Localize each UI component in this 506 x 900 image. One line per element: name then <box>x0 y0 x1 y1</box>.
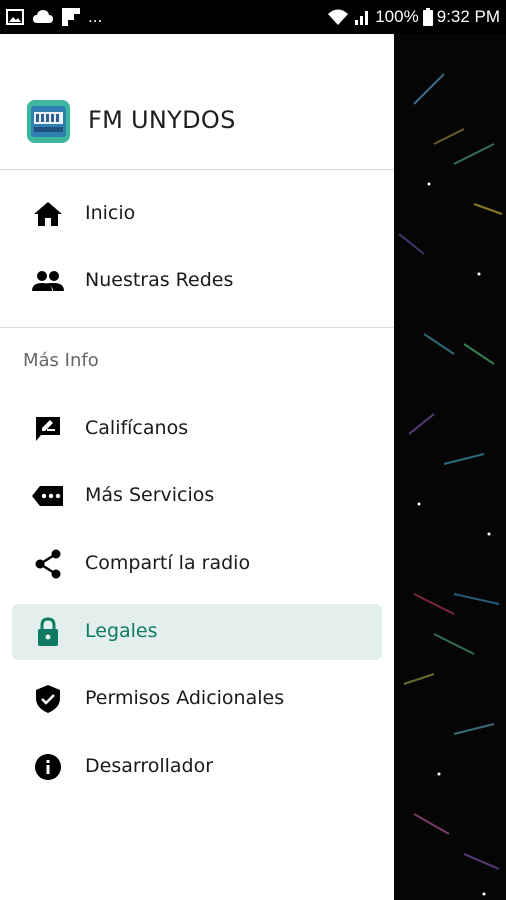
drawer-header: FM UNYDOS <box>0 34 394 170</box>
nav-item-label: Legales <box>85 620 158 642</box>
nav-item-legales[interactable]: Legales <box>12 604 382 660</box>
app-logo <box>27 100 70 143</box>
nav-item-label: Inicio <box>85 202 136 224</box>
nav-item-inicio[interactable]: Inicio <box>12 186 382 242</box>
people-icon <box>32 267 64 295</box>
app-title: FM UNYDOS <box>88 106 236 134</box>
clock: 9:32 PM <box>436 7 500 26</box>
rate-review-icon <box>32 415 64 443</box>
section-divider <box>0 327 394 328</box>
flipboard-icon <box>62 8 80 26</box>
battery-icon <box>422 8 433 26</box>
nav-item-label: Desarrollador <box>85 755 214 777</box>
screen-backdrop[interactable] <box>394 34 506 900</box>
info-icon <box>32 753 64 781</box>
battery-percentage: 100% <box>375 7 419 26</box>
section-title: Más Info <box>23 350 99 371</box>
nav-item-label: Califícanos <box>85 417 189 439</box>
cloud-icon <box>32 9 54 25</box>
image-notification-icon <box>6 9 24 25</box>
nav-item-label: Permisos Adicionales <box>85 687 285 709</box>
share-icon <box>32 549 64 579</box>
wifi-icon <box>327 8 349 26</box>
notification-overflow: ... <box>88 7 103 26</box>
status-bar: ... 100% 9:32 PM <box>0 0 506 34</box>
nav-item-label: Más Servicios <box>85 484 215 506</box>
starfield-background <box>398 73 503 896</box>
nav-item-permisos-adicionales[interactable]: Permisos Adicionales <box>12 671 382 727</box>
lock-icon <box>32 617 64 646</box>
more-tag-icon <box>32 482 64 510</box>
navigation-drawer: FM UNYDOS Inicio Nuestras Redes Más Info <box>0 34 394 900</box>
signal-icon <box>353 8 371 26</box>
nav-item-label: Compartí la radio <box>85 552 251 574</box>
nav-item-nuestras-redes[interactable]: Nuestras Redes <box>12 253 382 309</box>
nav-item-calificanos[interactable]: Califícanos <box>12 401 382 457</box>
nav-item-comparti-la-radio[interactable]: Compartí la radio <box>12 536 382 592</box>
nav-item-label: Nuestras Redes <box>85 269 234 291</box>
verified-shield-icon <box>32 685 64 713</box>
home-icon <box>32 200 64 228</box>
nav-item-desarrollador[interactable]: Desarrollador <box>12 739 382 795</box>
nav-item-mas-servicios[interactable]: Más Servicios <box>12 468 382 524</box>
